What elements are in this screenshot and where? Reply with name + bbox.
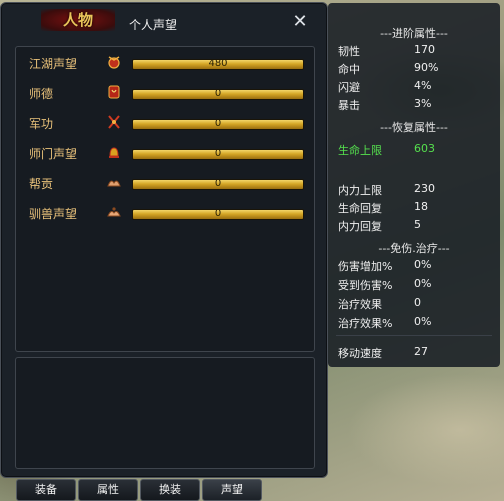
reputation-value: 0 [214, 149, 222, 159]
attr-damage-taken-name: 受到伤害% [338, 279, 393, 292]
attributes-panel: ---进阶属性--- 韧性 170 命中 90% 闪避 4% 暴击 3% ---… [328, 3, 500, 367]
attr-divider [336, 335, 492, 336]
attr-hp-max-name: 生命上限 [338, 144, 382, 157]
panel-title: 人物 [41, 9, 115, 31]
reputation-label: 师德 [29, 87, 54, 101]
attr-mp-max-name: 内力上限 [338, 184, 382, 197]
attr-hp-max-value: 603 [414, 142, 435, 155]
reputation-bar: 0 [132, 149, 304, 160]
attr-damage-taken-value: 0% [414, 277, 432, 290]
tab-attributes[interactable]: 属性 [78, 479, 138, 501]
attr-hp-regen-value: 18 [414, 200, 428, 213]
reputation-row-banggong: 帮贡 0 [16, 170, 314, 196]
attr-heal-effect-value: 0 [414, 296, 421, 309]
attr-move-speed-name: 移动速度 [338, 347, 382, 360]
character-panel: 人物 个人声望 ✕ 江湖声望 480 师德 0 军功 0 师门声望 0 帮贡 0… [0, 2, 328, 478]
attr-dodge-name: 闪避 [338, 81, 360, 94]
reputation-row-jungong: 军功 0 [16, 110, 314, 136]
reputation-value: 0 [214, 209, 222, 219]
reputation-value: 480 [208, 59, 228, 69]
bell-icon [106, 144, 122, 160]
reputation-row-xunshou: 驯兽声望 0 [16, 200, 314, 226]
attr-damage-inc-value: 0% [414, 258, 432, 271]
attr-mp-regen-value: 5 [414, 218, 421, 231]
attr-damage-inc-name: 伤害增加% [338, 260, 393, 273]
reputation-row-shide: 师德 0 [16, 80, 314, 106]
attr-crit-value: 3% [414, 97, 432, 110]
attr-dodge-value: 4% [414, 79, 432, 92]
attr-hit-value: 90% [414, 61, 439, 74]
recovery-attributes-header: ---恢复属性--- [380, 121, 448, 134]
attr-mp-max-value: 230 [414, 182, 435, 195]
reputation-bar: 480 [132, 59, 304, 70]
crossed-swords-icon [106, 114, 122, 130]
reputation-bar: 0 [132, 179, 304, 190]
attr-crit-name: 暴击 [338, 99, 360, 112]
attr-move-speed-value: 27 [414, 345, 428, 358]
reputation-bar: 0 [132, 119, 304, 130]
hands-icon [106, 174, 122, 190]
tab-equipment[interactable]: 装备 [16, 479, 76, 501]
advanced-attributes-header: ---进阶属性--- [380, 27, 448, 40]
attr-heal-percent-value: 0% [414, 315, 432, 328]
attr-heal-percent-name: 治疗效果% [338, 317, 393, 330]
scroll-seal-icon [106, 84, 122, 100]
damage-heal-header: ---免伤.治疗--- [378, 242, 450, 255]
reputation-bar: 0 [132, 89, 304, 100]
reputation-label: 军功 [29, 117, 54, 131]
attr-heal-effect-name: 治疗效果 [338, 298, 382, 311]
reputation-list: 江湖声望 480 师德 0 军功 0 师门声望 0 帮贡 0 驯兽声望 0 [15, 46, 315, 352]
reputation-bar: 0 [132, 209, 304, 220]
reputation-row-shimen: 师门声望 0 [16, 140, 314, 166]
reputation-label: 师门声望 [29, 147, 78, 161]
panel-subtitle: 个人声望 [129, 18, 178, 32]
attr-hp-regen-name: 生命回复 [338, 202, 382, 215]
reputation-value: 0 [214, 179, 222, 189]
medal-icon [106, 54, 122, 70]
paw-hands-icon [106, 204, 122, 220]
attr-mp-regen-name: 内力回复 [338, 220, 382, 233]
reputation-label: 帮贡 [29, 177, 54, 191]
description-box [15, 357, 315, 469]
close-icon[interactable]: ✕ [289, 11, 311, 33]
attr-toughness-name: 韧性 [338, 45, 360, 58]
reputation-value: 0 [214, 119, 222, 129]
attr-hit-name: 命中 [338, 63, 360, 76]
reputation-value: 0 [214, 89, 222, 99]
reputation-label: 驯兽声望 [29, 207, 78, 221]
tab-reputation[interactable]: 声望 [202, 479, 262, 501]
attr-toughness-value: 170 [414, 43, 435, 56]
tab-outfit[interactable]: 换装 [140, 479, 200, 501]
reputation-row-jianghu: 江湖声望 480 [16, 50, 314, 76]
reputation-label: 江湖声望 [29, 57, 78, 71]
